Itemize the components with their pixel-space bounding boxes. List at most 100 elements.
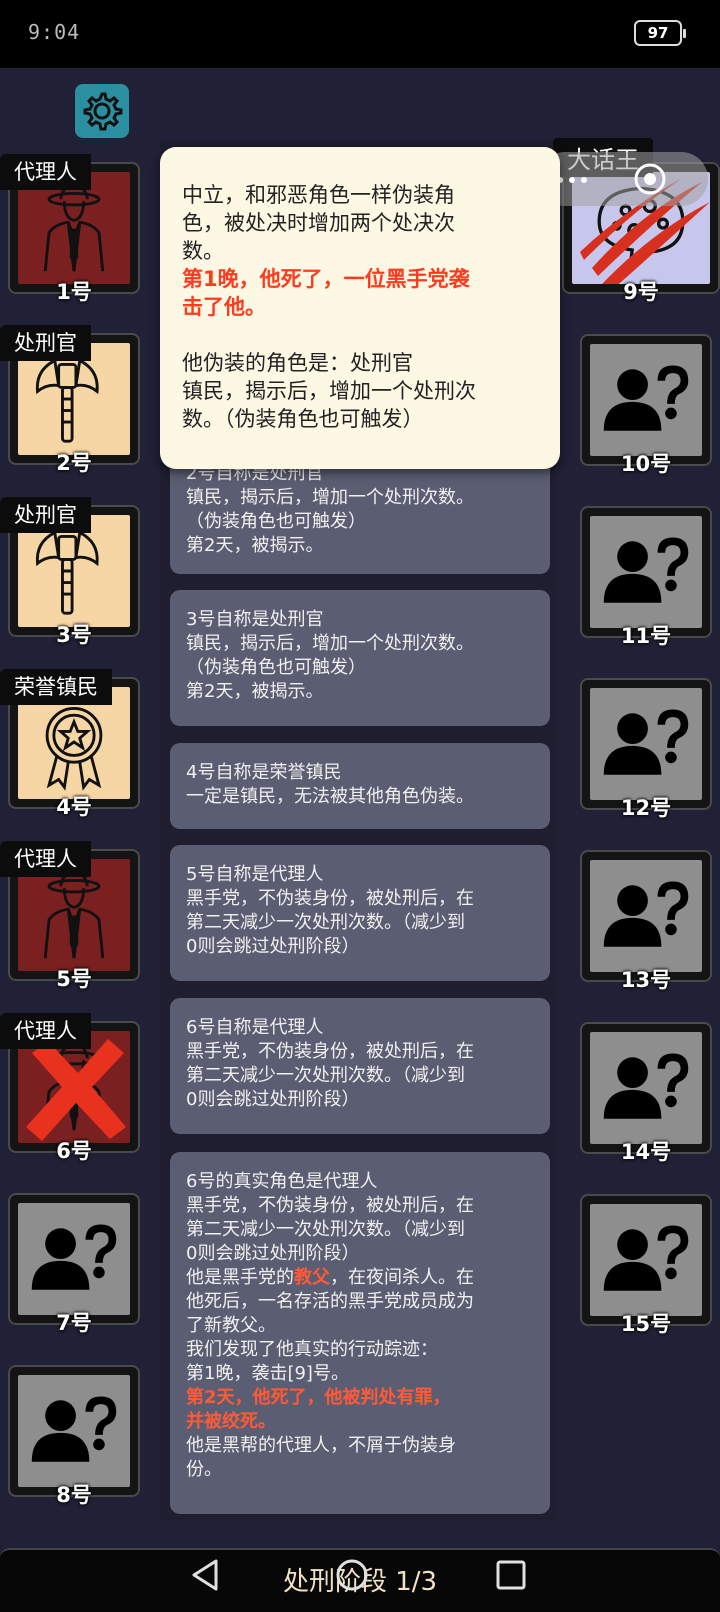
medal-icon (26, 695, 122, 791)
seat-14[interactable]: 14号 (572, 1014, 712, 1164)
card-line: （伪装角色也可触发） (186, 511, 366, 532)
card-line: 3号自称是处刑官 (186, 609, 324, 630)
info-card: 5号自称是代理人 黑手党，不伪装身份，被处刑后，在 第二天减少一次处刑次数。（减… (170, 845, 550, 981)
godfather-highlight: 教父 (294, 1267, 330, 1288)
info-card: 3号自称是处刑官 镇民，揭示后，增加一个处刑次数。 （伪装角色也可触发） 第2天… (170, 590, 550, 726)
role-label: 处刑官 (0, 497, 91, 533)
card-line: 6号的真实角色是代理人 (186, 1171, 378, 1192)
popup-line: 数。 (182, 239, 224, 263)
card-line: 第二天减少一次处刑次数。（减少到 (186, 912, 465, 933)
card-line: 黑手党，不伪装身份，被处刑后，在 (186, 888, 474, 909)
seat-5[interactable]: 代理人 5号 (0, 841, 140, 991)
card-text: 他是黑手党的 (186, 1267, 294, 1288)
record-icon (634, 163, 666, 195)
fedora-suit-icon (26, 867, 122, 963)
seat-number: 7号 (56, 1311, 92, 1335)
axe-icon (26, 351, 122, 447)
seat-number: 6号 (56, 1139, 92, 1163)
seat-number: 2号 (56, 451, 92, 475)
card-line: 他是黑手党的教父，在夜间杀人。在 (186, 1266, 534, 1290)
status-bar: 9:04 97 (0, 0, 720, 68)
popup-death-line: 第1晚，他死了，一位黑手党袭 (182, 267, 470, 291)
axe-icon (26, 523, 122, 619)
card-line: 0则会跳过处刑阶段） (186, 1089, 360, 1110)
card-line: 份。 (186, 1459, 222, 1480)
seat-number: 15号 (620, 1312, 672, 1336)
card-line: 黑手党，不伪装身份，被处刑后，在 (186, 1041, 474, 1062)
death-line: 第2天，他死了，他被判处有罪， (186, 1387, 451, 1408)
seat-3[interactable]: 处刑官 3号 (0, 497, 140, 647)
card-line: 5号自称是代理人 (186, 864, 324, 885)
info-card: 6号自称是代理人 黑手党，不伪装身份，被处刑后，在 第二天减少一次处刑次数。（减… (170, 998, 550, 1134)
seat-number: 3号 (56, 623, 92, 647)
seat-number: 4号 (56, 795, 92, 819)
card-line: （伪装角色也可触发） (186, 657, 366, 678)
home-icon[interactable] (334, 1557, 370, 1593)
role-label: 代理人 (0, 154, 91, 190)
card-line: 黑手党，不伪装身份，被处刑后，在 (186, 1195, 474, 1216)
info-card: 2号自称是处刑官 镇民，揭示后，增加一个处刑次数。 （伪装角色也可触发） 第2天… (170, 452, 550, 574)
role-label: 处刑官 (0, 325, 91, 361)
death-line: 并被绞死。 (186, 1411, 276, 1432)
seat-8[interactable]: 8号 (0, 1357, 140, 1507)
seat-number: 11号 (620, 624, 672, 648)
card-line: 4号自称是荣誉镇民 (186, 762, 342, 783)
role-label: 代理人 (0, 841, 91, 877)
card-line: 镇民，揭示后，增加一个处刑次数。 (186, 633, 474, 654)
card-line: 第1晚，袭击[9]号。 (186, 1363, 349, 1384)
card-line: 0则会跳过处刑阶段） (186, 1243, 360, 1264)
seat-13[interactable]: 13号 (572, 842, 712, 992)
settings-button[interactable] (75, 84, 129, 138)
popup-line: 镇民，揭示后，增加一个处刑次 (182, 379, 476, 403)
unknown-person-icon (598, 352, 694, 448)
seat-number: 8号 (56, 1483, 92, 1507)
screen-recorder-overlay[interactable] (538, 152, 708, 206)
card-line: 镇民，揭示后，增加一个处刑次数。 (186, 487, 474, 508)
seat-number: 1号 (56, 280, 92, 304)
card-line: 6号自称是代理人 (186, 1017, 324, 1038)
unknown-person-icon (598, 524, 694, 620)
seat-12[interactable]: 12号 (572, 670, 712, 820)
seat-number: 12号 (620, 796, 672, 820)
seat-4[interactable]: 荣誉镇民 4号 (0, 669, 140, 819)
card-line: 第二天减少一次处刑次数。（减少到 (186, 1219, 465, 1240)
seat-number: 13号 (620, 968, 672, 992)
unknown-person-icon (26, 1383, 122, 1479)
seat-6[interactable]: 代理人 6号 (0, 1013, 140, 1163)
popup-line: 数。（伪装角色也可触发） (182, 407, 424, 431)
card-line: 第2天，被揭示。 (186, 681, 324, 702)
card-line: 他是黑帮的代理人，不屑于伪装身 (186, 1435, 456, 1456)
unknown-person-icon (26, 1211, 122, 1307)
card-line: 我们发现了他真实的行动踪迹： (186, 1339, 438, 1360)
seat-number: 10号 (620, 452, 672, 476)
card-line: 一定是镇民，无法被其他角色伪装。 (186, 786, 474, 807)
popup-line: 中立，和邪恶角色一样伪装角 (182, 183, 455, 207)
info-card: 6号的真实角色是代理人 黑手党，不伪装身份，被处刑后，在 第二天减少一次处刑次数… (170, 1152, 550, 1514)
unknown-person-icon (598, 1040, 694, 1136)
card-line: 他死后，一名存活的黑手党成员成为 (186, 1291, 474, 1312)
unknown-person-icon (598, 868, 694, 964)
seat-number: 9号 (623, 280, 659, 304)
unknown-person-icon (598, 1212, 694, 1308)
seat-number: 5号 (56, 967, 92, 991)
unknown-person-icon (598, 696, 694, 792)
battery-indicator: 97 (634, 20, 686, 46)
info-card: 4号自称是荣誉镇民 一定是镇民，无法被其他角色伪装。 (170, 743, 550, 829)
seat-2[interactable]: 处刑官 2号 (0, 325, 140, 475)
seat-7[interactable]: 7号 (0, 1185, 140, 1335)
recents-icon[interactable] (494, 1557, 528, 1593)
card-line: 了新教父。 (186, 1315, 276, 1336)
dots-icon (557, 177, 587, 183)
popup-death-line: 击了他。 (182, 295, 266, 319)
popup-line: 他伪装的角色是：处刑官 (182, 351, 413, 375)
role-label: 荣誉镇民 (0, 669, 112, 705)
seat-11[interactable]: 11号 (572, 498, 712, 648)
seat-1[interactable]: 代理人 1号 (0, 154, 140, 304)
gear-icon (83, 92, 123, 131)
seat-10[interactable]: 10号 (572, 326, 712, 476)
seat-15[interactable]: 15号 (572, 1186, 712, 1336)
popup-line: 色，被处决时增加两个处决次 (182, 211, 455, 235)
role-info-popup[interactable]: 中立，和邪恶角色一样伪装角 色，被处决时增加两个处决次 数。 第1晚，他死了，一… (160, 147, 560, 469)
back-icon[interactable] (188, 1557, 222, 1593)
fedora-suit-icon (26, 180, 122, 276)
